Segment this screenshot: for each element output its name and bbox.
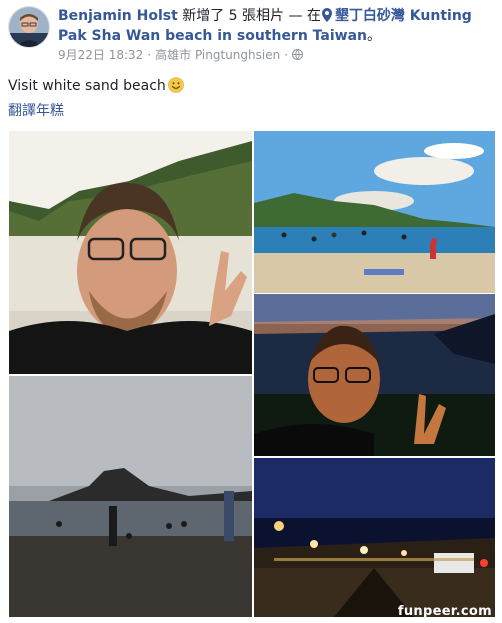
post-body-text: Visit white sand beach [8,77,184,95]
meta-separator: · [147,48,152,62]
photo-beach-crowd[interactable] [254,131,495,293]
photo-selfie-beach[interactable] [9,131,252,374]
post-action: 新增了 5 張相片 — 在 [177,8,321,24]
author-name[interactable]: Benjamin Holst [58,8,178,24]
location-pin-icon [321,8,333,22]
photo-dusk-beach[interactable] [9,376,252,617]
post-place[interactable]: 高雄市 Pingtunghsien [155,48,280,62]
smiley-emoji-icon [167,77,184,93]
post-header: Benjamin Holst 新增了 5 張相片 — 在墾丁白砂灣 Kuntin… [8,6,498,64]
globe-icon[interactable] [292,48,304,61]
translate-link[interactable]: 翻譯年糕 [8,102,64,120]
post-timestamp[interactable]: 9月22日 18:32 [58,48,143,62]
post-message: Visit white sand beach [8,78,166,94]
location-suffix: 。 [367,28,382,44]
photo-night-selfie[interactable] [254,294,495,456]
watermark: funpeer.com [397,604,492,619]
photo-night-street[interactable] [254,458,495,617]
post-meta: 9月22日 18:32 · 高雄市 Pingtunghsien · [58,47,304,63]
post-header-text: Benjamin Holst 新增了 5 張相片 — 在墾丁白砂灣 Kuntin… [58,6,498,46]
meta-separator-2: · [284,48,289,62]
author-avatar[interactable] [8,6,50,48]
